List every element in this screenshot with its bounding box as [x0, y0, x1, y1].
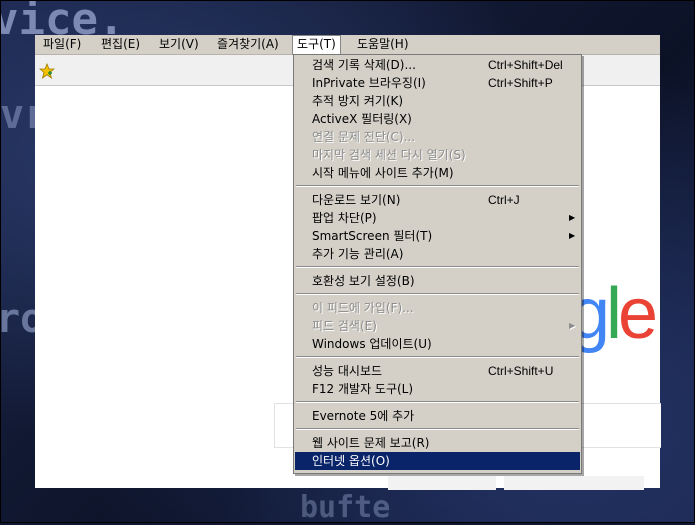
menu-item-compatibility-view[interactable]: 호환성 보기 설정(B) [295, 272, 580, 290]
menu-view[interactable]: 보기(V) [155, 36, 203, 53]
menu-item-reopen-session: 마지막 검색 세션 다시 열기(S) [295, 146, 580, 164]
menu-item-popup-blocker[interactable]: 팝업 차단(P) ▶ [295, 209, 580, 227]
menu-item-performance-dashboard[interactable]: 성능 대시보드 Ctrl+Shift+U [295, 362, 580, 380]
logo-letter-e: e [618, 274, 658, 354]
lucky-button[interactable] [504, 476, 644, 490]
menu-item-label: 마지막 검색 세션 다시 열기(S) [312, 148, 466, 162]
menu-item-activex-filtering[interactable]: ActiveX 필터링(X) [295, 110, 580, 128]
menu-item-tracking-protection[interactable]: 추적 방지 켜기(K) [295, 92, 580, 110]
menu-separator [296, 266, 579, 268]
menu-item-shortcut: Ctrl+Shift+Del [488, 58, 563, 72]
submenu-arrow-icon: ▶ [569, 231, 576, 240]
menu-item-label: 팝업 차단(P) [312, 211, 377, 225]
menu-item-f12-devtools[interactable]: F12 개발자 도구(L) [295, 380, 580, 398]
menu-item-label: F12 개발자 도구(L) [312, 382, 414, 396]
menu-item-label: Windows 업데이트(U) [312, 337, 432, 351]
menu-item-label: 호환성 보기 설정(B) [312, 274, 415, 288]
menu-item-label: InPrivate 브라우징(I) [312, 76, 426, 90]
menu-tools[interactable]: 도구(T) [292, 35, 341, 55]
menu-view-label: 보기(V) [159, 37, 199, 51]
add-favorite-star-icon[interactable] [39, 63, 55, 79]
menu-item-shortcut: Ctrl+Shift+P [488, 76, 553, 90]
menu-item-windows-update[interactable]: Windows 업데이트(U) [295, 335, 580, 353]
menu-item-label: 연결 문제 진단(C)... [312, 130, 416, 144]
menu-item-feed-discovery: 피드 검색(E) ▶ [295, 317, 580, 335]
menu-item-label: 웹 사이트 문제 보고(R) [312, 436, 430, 450]
menu-item-internet-options[interactable]: 인터넷 옵션(O) [295, 452, 580, 470]
menu-item-label: 이 피드에 가입(F)... [312, 301, 414, 315]
menu-item-label: 추가 기능 관리(A) [312, 247, 404, 261]
menu-item-label: ActiveX 필터링(X) [312, 112, 412, 126]
menu-item-shortcut: Ctrl+J [488, 193, 520, 207]
menu-item-label: 시작 메뉴에 사이트 추가(M) [312, 166, 454, 180]
menu-separator [296, 356, 579, 358]
menu-item-report-site-problem[interactable]: 웹 사이트 문제 보고(R) [295, 434, 580, 452]
background-code-text: bufte [300, 490, 391, 525]
menu-separator [296, 401, 579, 403]
menu-item-inprivate[interactable]: InPrivate 브라우징(I) Ctrl+Shift+P [295, 74, 580, 92]
menu-item-add-site-start[interactable]: 시작 메뉴에 사이트 추가(M) [295, 164, 580, 182]
menu-item-delete-history[interactable]: 검색 기록 삭제(D)... Ctrl+Shift+Del [295, 56, 580, 74]
tools-dropdown-menu: 검색 기록 삭제(D)... Ctrl+Shift+Del InPrivate 브… [293, 54, 582, 474]
menu-favorites[interactable]: 즐겨찾기(A) [213, 36, 283, 53]
menu-help[interactable]: 도움말(H) [353, 36, 413, 53]
search-logo: gle [570, 278, 658, 350]
submenu-arrow-icon: ▶ [569, 213, 576, 222]
search-button[interactable] [388, 476, 496, 490]
menu-separator [296, 185, 579, 187]
menu-item-label: 인터넷 옵션(O) [312, 454, 390, 468]
menu-file-label: 파일(F) [43, 37, 82, 51]
menu-favorites-label: 즐겨찾기(A) [217, 37, 279, 51]
menu-item-view-downloads[interactable]: 다운로드 보기(N) Ctrl+J [295, 191, 580, 209]
menu-item-label: Evernote 5에 추가 [312, 409, 415, 423]
menu-separator [296, 293, 579, 295]
menu-item-label: 추적 방지 켜기(K) [312, 94, 404, 108]
menu-item-subscribe-feed: 이 피드에 가입(F)... [295, 299, 580, 317]
menu-item-label: 다운로드 보기(N) [312, 193, 401, 207]
menu-item-label: 검색 기록 삭제(D)... [312, 58, 416, 72]
menu-tools-label: 도구(T) [297, 37, 336, 51]
submenu-arrow-icon: ▶ [569, 321, 576, 330]
menu-item-shortcut: Ctrl+Shift+U [488, 364, 554, 378]
menu-item-label: SmartScreen 필터(T) [312, 229, 433, 243]
menu-bar: 파일(F) 편집(E) 보기(V) 즐겨찾기(A) 도구(T) 도움말(H) [35, 35, 660, 55]
menu-help-label: 도움말(H) [357, 37, 409, 51]
menu-edit-label: 편집(E) [101, 37, 141, 51]
menu-item-smartscreen[interactable]: SmartScreen 필터(T) ▶ [295, 227, 580, 245]
logo-letter-l: l [606, 274, 622, 354]
menu-file[interactable]: 파일(F) [39, 36, 85, 53]
menu-separator [296, 428, 579, 430]
menu-item-label: 성능 대시보드 [312, 364, 383, 378]
menu-edit[interactable]: 편집(E) [97, 36, 144, 53]
menu-item-label: 피드 검색(E) [312, 319, 377, 333]
menu-item-evernote[interactable]: Evernote 5에 추가 [295, 407, 580, 425]
menu-item-manage-addons[interactable]: 추가 기능 관리(A) [295, 245, 580, 263]
menu-item-diagnose-connection: 연결 문제 진단(C)... [295, 128, 580, 146]
